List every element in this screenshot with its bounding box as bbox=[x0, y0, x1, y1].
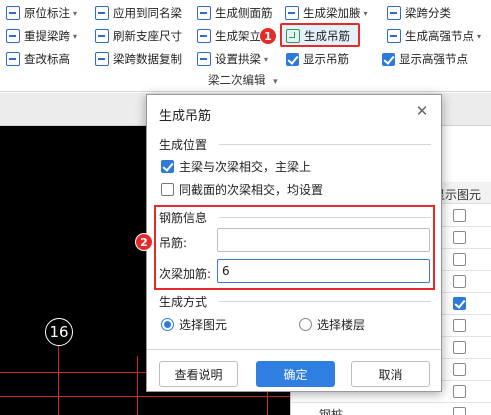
hanger-bar-input[interactable] bbox=[217, 228, 430, 252]
close-icon[interactable]: ✕ bbox=[413, 102, 431, 120]
chevron-down-icon: ▾ bbox=[73, 31, 78, 41]
checkbox-unchecked-icon[interactable] bbox=[453, 253, 466, 266]
section-divider bbox=[219, 301, 431, 302]
axis-node-label: 16 bbox=[45, 318, 73, 346]
ribbon-button-elevation[interactable]: 查改标高 bbox=[6, 49, 70, 69]
position-section-label: 生成位置 bbox=[159, 138, 208, 152]
property-row-label: 钢桩 bbox=[319, 408, 344, 415]
dialog-title: 生成吊筋 bbox=[159, 109, 212, 124]
ribbon-button-beam-haunch[interactable]: 生成梁加腋 ▾ bbox=[285, 3, 368, 23]
axis-line bbox=[0, 396, 290, 397]
ribbon-button-hanger-bar[interactable]: 生成吊筋 bbox=[286, 26, 350, 46]
checkbox-checked-icon bbox=[286, 52, 299, 66]
checkbox-unchecked-icon[interactable] bbox=[453, 341, 466, 354]
original-annotation-icon bbox=[6, 6, 20, 20]
chevron-down-icon: ▾ bbox=[477, 31, 482, 41]
dialog-footer-divider bbox=[147, 349, 441, 350]
secondary-beam-bar-input[interactable] bbox=[217, 259, 430, 283]
hanger-bar-label: 吊筋: bbox=[159, 236, 188, 250]
checkbox-checked-icon bbox=[161, 160, 174, 173]
ribbon-button-apply-same-beam[interactable]: 应用到同名梁 bbox=[95, 3, 182, 23]
checkbox-unchecked-icon bbox=[161, 183, 174, 196]
cancel-button[interactable]: 取消 bbox=[351, 361, 430, 387]
refresh-support-icon bbox=[95, 29, 109, 43]
option-main-beam[interactable]: 主梁与次梁相交，主梁上 bbox=[161, 158, 311, 175]
generate-hanger-bar-dialog: 生成吊筋 ✕ 生成位置 主梁与次梁相交，主梁上 同截面的次梁相交，均设置 钢筋信… bbox=[146, 94, 442, 392]
beam-haunch-icon bbox=[285, 6, 299, 20]
axis-line bbox=[137, 356, 138, 415]
arch-beam-icon bbox=[197, 52, 211, 66]
side-rebar-icon bbox=[197, 6, 211, 20]
ribbon-button-span-classify[interactable]: 梁跨分类 bbox=[387, 3, 451, 23]
checkbox-unchecked-icon[interactable] bbox=[453, 231, 466, 244]
checkbox-unchecked-icon[interactable] bbox=[453, 385, 466, 398]
rebar-section-label: 钢筋信息 bbox=[159, 211, 208, 225]
checkbox-unchecked-icon[interactable] bbox=[453, 363, 466, 376]
ribbon-button-arch-beam[interactable]: 设置拱梁 ▾ bbox=[197, 49, 268, 69]
chevron-down-icon[interactable]: ▾ bbox=[273, 77, 278, 87]
re-extract-span-icon bbox=[6, 29, 20, 43]
ok-button[interactable]: 确定 bbox=[256, 361, 335, 387]
chevron-down-icon: ▾ bbox=[363, 8, 368, 18]
property-row: 钢桩 bbox=[291, 403, 491, 415]
checkbox-unchecked-icon[interactable] bbox=[453, 407, 466, 415]
show-hanger-bar-checkbox[interactable]: 显示吊筋 bbox=[286, 49, 349, 69]
radio-unselected-icon bbox=[299, 318, 312, 331]
ribbon-button-original-annotation[interactable]: 原位标注 ▾ bbox=[6, 3, 77, 23]
chevron-down-icon: ▾ bbox=[73, 8, 78, 18]
radio-select-floor[interactable]: 选择楼层 bbox=[299, 316, 365, 333]
section-divider bbox=[219, 144, 431, 145]
method-section-label: 生成方式 bbox=[159, 295, 208, 309]
elevation-icon bbox=[6, 52, 20, 66]
checkbox-unchecked-icon[interactable] bbox=[453, 319, 466, 332]
radio-selected-icon bbox=[161, 318, 174, 331]
ribbon-button-refresh-support[interactable]: 刷新支座尺寸 bbox=[95, 26, 182, 46]
option-same-section[interactable]: 同截面的次梁相交，均设置 bbox=[161, 181, 323, 198]
ribbon-group-label: 梁二次编辑 ▾ bbox=[208, 73, 278, 87]
axis-line bbox=[58, 346, 59, 415]
show-high-strength-node-checkbox[interactable]: 显示高强节点 bbox=[382, 49, 468, 69]
checkbox-checked-icon[interactable] bbox=[453, 297, 466, 310]
erection-bar-icon bbox=[197, 29, 211, 43]
checkbox-unchecked-icon[interactable] bbox=[453, 209, 466, 222]
ribbon-button-high-strength-node[interactable]: 生成高强节点 ▾ bbox=[387, 26, 481, 46]
apply-same-beam-icon bbox=[95, 6, 109, 20]
ribbon-button-re-extract-span[interactable]: 重提梁跨 ▾ bbox=[6, 26, 77, 46]
high-strength-node-icon bbox=[387, 29, 401, 43]
hanger-bar-icon bbox=[286, 29, 300, 43]
checkbox-unchecked-icon[interactable] bbox=[453, 275, 466, 288]
secondary-beam-bar-label: 次梁加筋: bbox=[159, 267, 212, 281]
step-badge-2: 2 bbox=[135, 233, 153, 251]
help-button[interactable]: 查看说明 bbox=[159, 361, 238, 387]
span-classify-icon bbox=[387, 6, 401, 20]
ribbon-toolbar: 原位标注 ▾ 应用到同名梁 生成侧面筋 生成梁加腋 ▾ 梁跨分类 重提梁跨 ▾ 刷新支… bbox=[0, 0, 491, 92]
radio-select-element[interactable]: 选择图元 bbox=[161, 316, 227, 333]
span-data-copy-icon bbox=[95, 52, 109, 66]
ribbon-button-erection-bar[interactable]: 生成架立 bbox=[197, 26, 261, 46]
section-divider bbox=[219, 217, 431, 218]
chevron-down-icon: ▾ bbox=[264, 54, 269, 64]
checkbox-checked-icon bbox=[382, 52, 395, 66]
step-badge-1: 1 bbox=[259, 27, 277, 45]
ribbon-button-side-rebar[interactable]: 生成侧面筋 bbox=[197, 3, 273, 23]
ribbon-button-span-data-copy[interactable]: 梁跨数据复制 bbox=[95, 49, 182, 69]
